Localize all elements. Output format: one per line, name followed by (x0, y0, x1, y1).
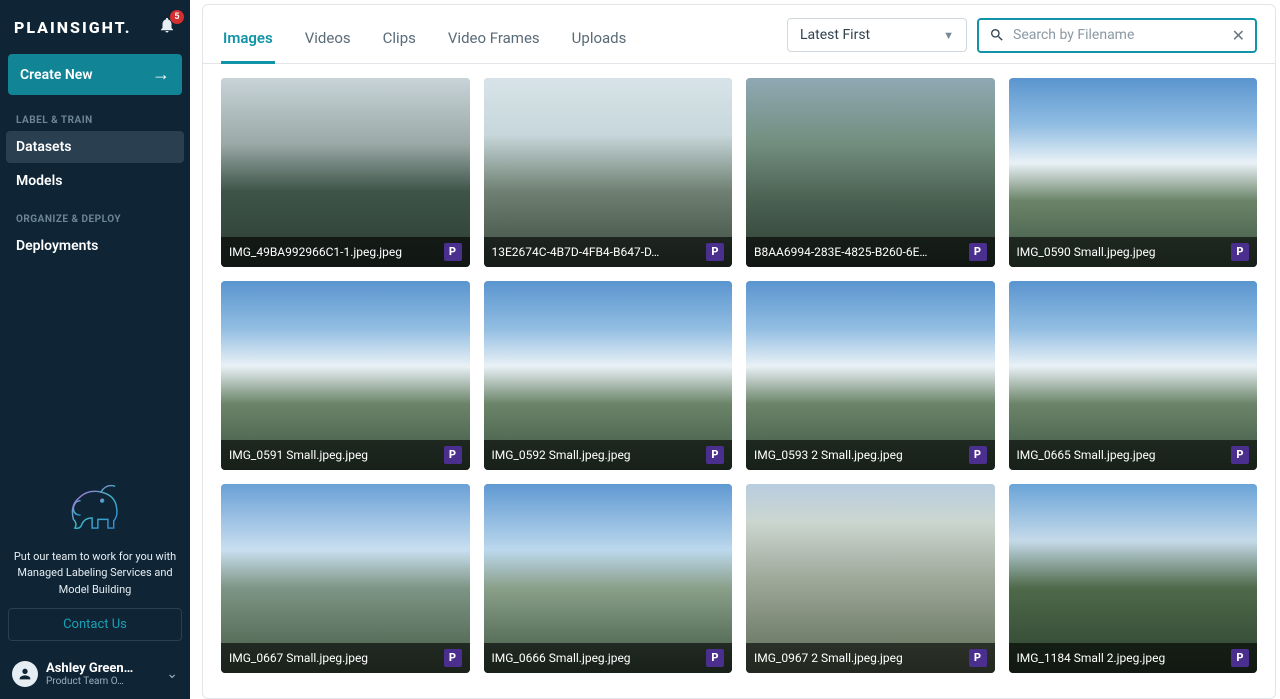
image-caption: IMG_49BA992966C1-1.jpeg.jpeg P (221, 237, 470, 267)
image-caption: IMG_0592 Small.jpeg.jpeg P (484, 440, 733, 470)
create-new-label: Create New (20, 67, 93, 83)
image-filename: IMG_0593 2 Small.jpeg.jpeg (754, 448, 963, 462)
notification-count: 5 (170, 10, 184, 24)
clear-search-button[interactable]: ✕ (1232, 26, 1245, 45)
image-card[interactable]: IMG_0665 Small.jpeg.jpeg P (1009, 281, 1258, 470)
plainsight-badge: P (444, 446, 462, 464)
image-filename: IMG_0592 Small.jpeg.jpeg (492, 448, 701, 462)
image-filename: 13E2674C-4B7D-4FB4-B647-D… (492, 245, 701, 259)
elephant-illustration (59, 475, 131, 539)
search-field[interactable]: ✕ (977, 18, 1257, 53)
plainsight-badge: P (706, 446, 724, 464)
image-filename: IMG_49BA992966C1-1.jpeg.jpeg (229, 245, 438, 259)
sidebar: PLAINSIGHT. 5 Create New → LABEL & TRAIN… (0, 0, 190, 699)
image-card[interactable]: IMG_0967 2 Small.jpeg.jpeg P (746, 484, 995, 673)
avatar (12, 661, 38, 687)
plainsight-badge: P (969, 446, 987, 464)
section-header-organize-deploy: ORGANIZE & DEPLOY (6, 210, 184, 229)
image-card[interactable]: IMG_49BA992966C1-1.jpeg.jpeg P (221, 78, 470, 267)
topbar-controls: Latest First ▼ ✕ (787, 18, 1257, 63)
user-text: Ashley Green… Product Team O… (46, 661, 158, 687)
search-icon (989, 27, 1005, 43)
image-card[interactable]: B8AA6994-283E-4825-B260-6E… P (746, 78, 995, 267)
brand-row: PLAINSIGHT. 5 (6, 10, 184, 50)
sidebar-item-models[interactable]: Models (6, 165, 184, 197)
image-card[interactable]: IMG_0667 Small.jpeg.jpeg P (221, 484, 470, 673)
user-menu[interactable]: Ashley Green… Product Team O… ⌄ (6, 655, 184, 689)
brand-logo: PLAINSIGHT. (14, 18, 131, 37)
plainsight-badge: P (706, 243, 724, 261)
sort-select[interactable]: Latest First ▼ (787, 18, 967, 52)
content-panel: Images Videos Clips Video Frames Uploads… (202, 4, 1276, 699)
sidebar-item-deployments[interactable]: Deployments (6, 230, 184, 262)
image-filename: IMG_0666 Small.jpeg.jpeg (492, 651, 701, 665)
plainsight-badge: P (969, 243, 987, 261)
image-card[interactable]: IMG_0592 Small.jpeg.jpeg P (484, 281, 733, 470)
image-card[interactable]: IMG_0591 Small.jpeg.jpeg P (221, 281, 470, 470)
person-icon (17, 666, 33, 682)
image-caption: IMG_0590 Small.jpeg.jpeg P (1009, 237, 1258, 267)
image-card[interactable]: IMG_1184 Small 2.jpeg.jpeg P (1009, 484, 1258, 673)
image-filename: IMG_0665 Small.jpeg.jpeg (1017, 448, 1226, 462)
arrow-right-icon: → (152, 64, 170, 85)
section-header-label-train: LABEL & TRAIN (6, 111, 184, 130)
promo-text: Put our team to work for you with Manage… (6, 549, 184, 609)
contact-us-button[interactable]: Contact Us (8, 608, 182, 641)
image-filename: IMG_1184 Small 2.jpeg.jpeg (1017, 651, 1226, 665)
image-caption: IMG_0593 2 Small.jpeg.jpeg P (746, 440, 995, 470)
image-caption: B8AA6994-283E-4825-B260-6E… P (746, 237, 995, 267)
plainsight-badge: P (444, 243, 462, 261)
plainsight-badge: P (969, 649, 987, 667)
image-caption: IMG_0967 2 Small.jpeg.jpeg P (746, 643, 995, 673)
image-card[interactable]: IMG_0590 Small.jpeg.jpeg P (1009, 78, 1258, 267)
plainsight-badge: P (1231, 243, 1249, 261)
notifications-button[interactable]: 5 (158, 16, 176, 38)
plainsight-badge: P (706, 649, 724, 667)
image-card[interactable]: IMG_0666 Small.jpeg.jpeg P (484, 484, 733, 673)
chevron-down-icon: ▼ (943, 29, 954, 42)
tab-uploads[interactable]: Uploads (570, 17, 629, 64)
search-input[interactable] (1013, 27, 1224, 43)
main: Images Videos Clips Video Frames Uploads… (190, 0, 1280, 699)
image-grid: IMG_49BA992966C1-1.jpeg.jpegP13E2674C-4B… (203, 64, 1275, 687)
tab-video-frames[interactable]: Video Frames (446, 17, 542, 64)
image-caption: IMG_0665 Small.jpeg.jpeg P (1009, 440, 1258, 470)
sort-selected-label: Latest First (800, 27, 870, 43)
image-caption: IMG_0666 Small.jpeg.jpeg P (484, 643, 733, 673)
tabs: Images Videos Clips Video Frames Uploads (221, 17, 628, 63)
tab-clips[interactable]: Clips (381, 17, 418, 64)
image-card[interactable]: 13E2674C-4B7D-4FB4-B647-D… P (484, 78, 733, 267)
chevron-down-icon: ⌄ (166, 666, 178, 682)
topbar: Images Videos Clips Video Frames Uploads… (203, 5, 1275, 64)
tab-images[interactable]: Images (221, 17, 275, 64)
image-filename: IMG_0967 2 Small.jpeg.jpeg (754, 651, 963, 665)
sidebar-item-datasets[interactable]: Datasets (6, 131, 184, 163)
image-caption: IMG_0591 Small.jpeg.jpeg P (221, 440, 470, 470)
plainsight-badge: P (1231, 446, 1249, 464)
image-caption: 13E2674C-4B7D-4FB4-B647-D… P (484, 237, 733, 267)
user-subtitle: Product Team O… (46, 676, 158, 687)
plainsight-badge: P (444, 649, 462, 667)
image-filename: IMG_0590 Small.jpeg.jpeg (1017, 245, 1226, 259)
image-caption: IMG_0667 Small.jpeg.jpeg P (221, 643, 470, 673)
image-filename: IMG_0591 Small.jpeg.jpeg (229, 448, 438, 462)
create-new-button[interactable]: Create New → (8, 54, 182, 95)
image-filename: B8AA6994-283E-4825-B260-6E… (754, 245, 963, 259)
image-card[interactable]: IMG_0593 2 Small.jpeg.jpeg P (746, 281, 995, 470)
plainsight-badge: P (1231, 649, 1249, 667)
user-name: Ashley Green… (46, 661, 158, 676)
image-caption: IMG_1184 Small 2.jpeg.jpeg P (1009, 643, 1258, 673)
tab-videos[interactable]: Videos (303, 17, 353, 64)
image-filename: IMG_0667 Small.jpeg.jpeg (229, 651, 438, 665)
